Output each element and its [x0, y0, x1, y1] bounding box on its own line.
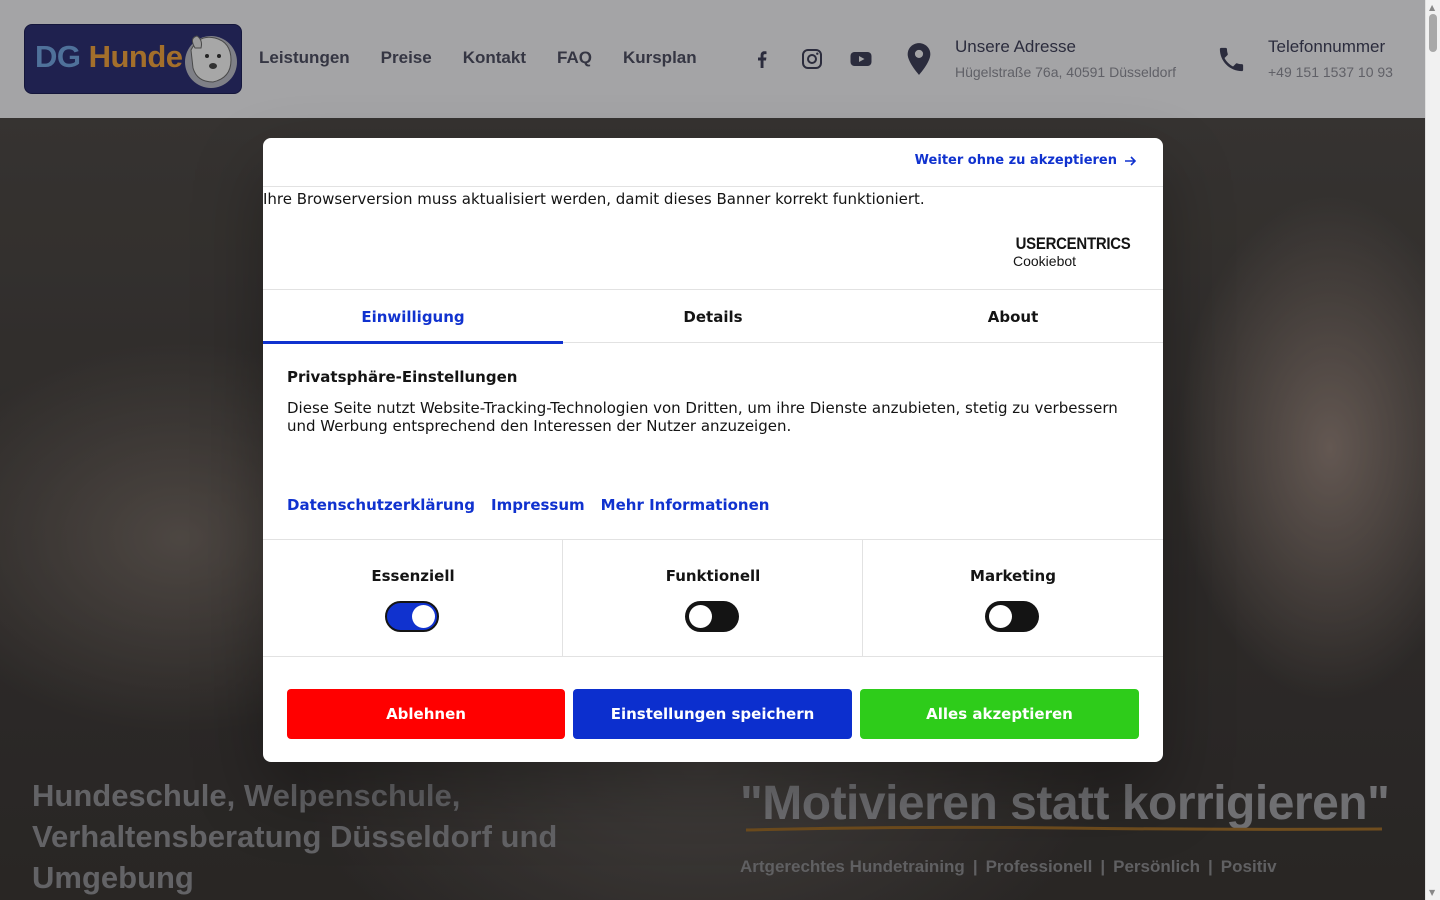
privacy-settings-title: Privatsphäre-Einstellungen — [287, 368, 518, 386]
deny-button[interactable]: Ablehnen — [287, 689, 565, 739]
imprint-link[interactable]: Impressum — [491, 496, 585, 514]
consent-marketing: Marketing — [863, 540, 1163, 657]
toggle-knob — [412, 605, 435, 628]
accept-all-button[interactable]: Alles akzeptieren — [860, 689, 1139, 739]
scroll-down-icon[interactable]: ▼ — [1429, 888, 1435, 897]
tab-about[interactable]: About — [863, 290, 1163, 343]
cookie-consent-dialog: Weiter ohne zu akzeptieren Ihre Browserv… — [263, 138, 1163, 762]
essential-toggle[interactable] — [385, 601, 439, 632]
dialog-tabs: Einwilligung Details About — [263, 289, 1163, 344]
policy-links: Datenschutzerklärung Impressum Mehr Info… — [287, 496, 769, 514]
browser-update-note: Ihre Browserversion muss aktualisiert we… — [263, 190, 925, 208]
brand-bottom-text: Cookiebot — [1013, 253, 1077, 269]
tab-details[interactable]: Details — [563, 290, 863, 343]
toggle-knob — [689, 605, 712, 628]
save-settings-button[interactable]: Einstellungen speichern — [573, 689, 852, 739]
consent-label: Essenziell — [371, 567, 455, 585]
functional-toggle[interactable] — [685, 601, 739, 632]
more-info-link[interactable]: Mehr Informationen — [601, 496, 770, 514]
skip-link-label: Weiter ohne zu akzeptieren — [914, 153, 1117, 168]
consent-essential: Essenziell — [263, 540, 563, 657]
consent-categories: Essenziell Funktionell Marketing — [263, 539, 1163, 657]
consent-label: Marketing — [970, 567, 1056, 585]
tab-einwilligung[interactable]: Einwilligung — [263, 290, 563, 344]
brand-top: USERCENTRICS — [1013, 234, 1131, 254]
continue-without-accepting-link[interactable]: Weiter ohne zu akzeptieren — [915, 153, 1137, 168]
page-scrollbar[interactable]: ▲ ▼ — [1425, 0, 1440, 900]
consent-label: Funktionell — [665, 567, 761, 585]
privacy-policy-link[interactable]: Datenschutzerklärung — [287, 496, 475, 514]
scroll-up-icon[interactable]: ▲ — [1429, 3, 1435, 12]
scrollbar-thumb[interactable] — [1429, 14, 1437, 52]
privacy-settings-text: Diese Seite nutzt Website-Tracking-Techn… — [287, 399, 1118, 435]
usercentrics-logo[interactable]: USERCENTRICS Cookiebot — [1013, 234, 1143, 269]
brand-top-text: USERCENTRICS — [1015, 234, 1131, 253]
arrow-right-icon — [1125, 155, 1137, 166]
consent-functional: Funktionell — [563, 540, 863, 657]
toggle-knob — [989, 605, 1012, 628]
dialog-top-bar: Weiter ohne zu akzeptieren — [263, 138, 1163, 187]
marketing-toggle[interactable] — [985, 601, 1039, 632]
